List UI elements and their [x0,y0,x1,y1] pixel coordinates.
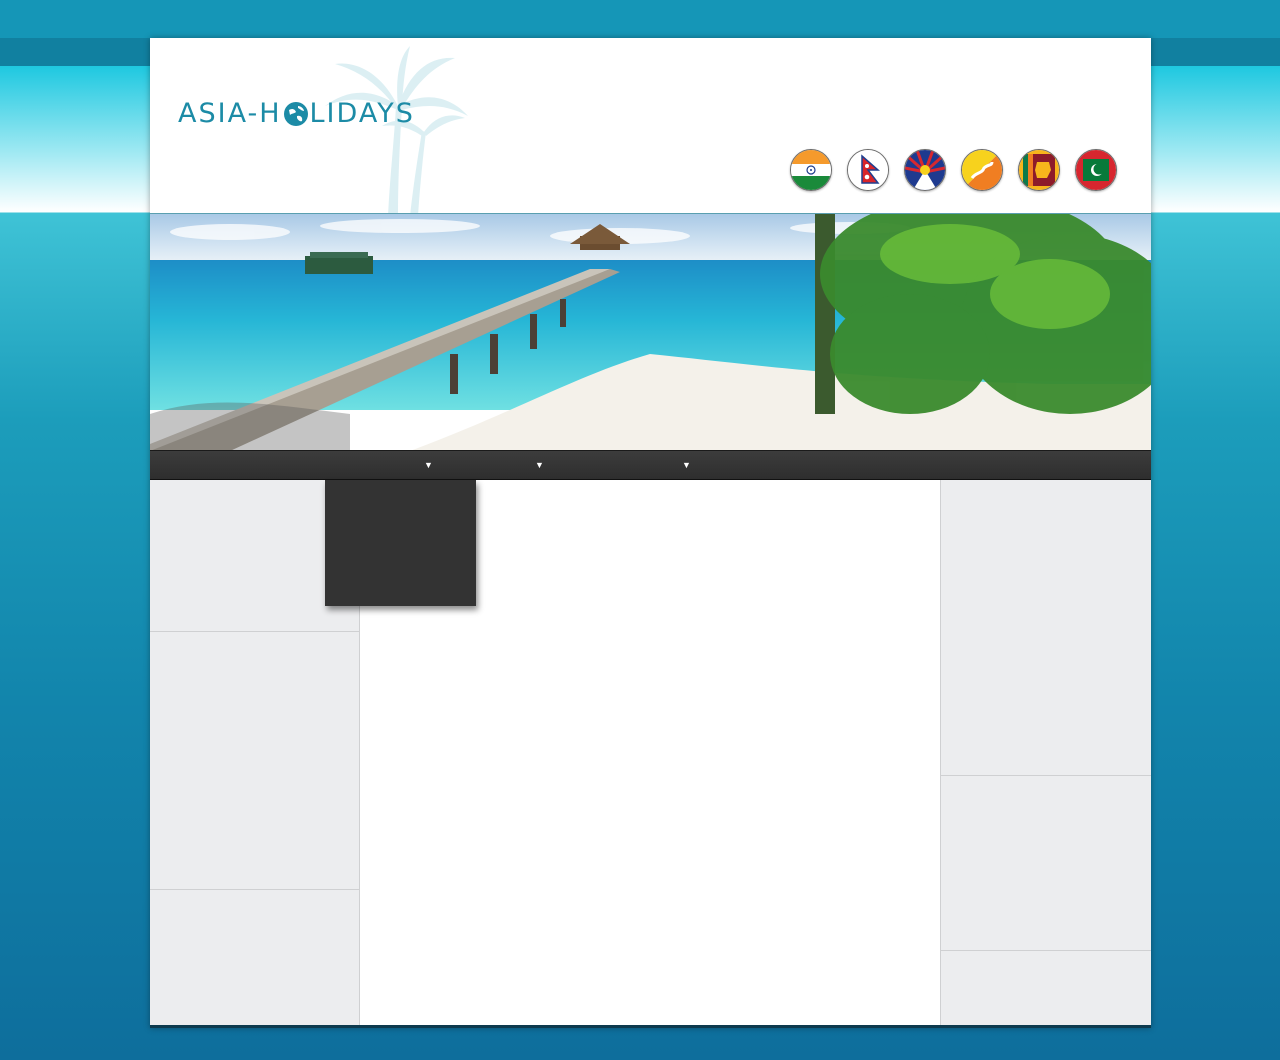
nav-dropdown-menu[interactable] [325,480,476,606]
logo-text-left: ASIA-H [178,98,282,129]
maldives-flag-icon[interactable] [1075,149,1117,191]
left-sidebar-block [150,632,359,890]
globe-icon [283,101,308,126]
site-logo[interactable]: ASIA-H LIDAYS [178,98,415,129]
bhutan-flag-icon[interactable] [961,149,1003,191]
right-sidebar-block [941,951,1151,1025]
page-container: ASIA-H LIDAYS ▼ ▼ ▼ [150,38,1151,1028]
country-flags [790,149,1132,191]
chevron-down-icon: ▼ [682,460,691,470]
nav-item-1[interactable]: ▼ [424,459,433,473]
hero-banner-image [150,213,1151,450]
site-header: ASIA-H LIDAYS [150,38,1151,213]
nav-item-3[interactable]: ▼ [682,459,691,473]
logo-text-right: LIDAYS [309,98,415,129]
left-sidebar-block [150,890,359,1025]
tibet-flag-icon[interactable] [904,149,946,191]
india-flag-icon[interactable] [790,149,832,191]
nepal-flag-icon[interactable] [847,149,889,191]
palm-tree-watermark [325,46,468,213]
right-sidebar [940,480,1151,1025]
chevron-down-icon: ▼ [424,460,433,470]
right-sidebar-block [941,480,1151,776]
sri-lanka-flag-icon[interactable] [1018,149,1060,191]
nav-item-2[interactable]: ▼ [535,459,544,473]
main-navigation: ▼ ▼ ▼ [150,450,1151,480]
right-sidebar-block [941,776,1151,951]
chevron-down-icon: ▼ [535,460,544,470]
